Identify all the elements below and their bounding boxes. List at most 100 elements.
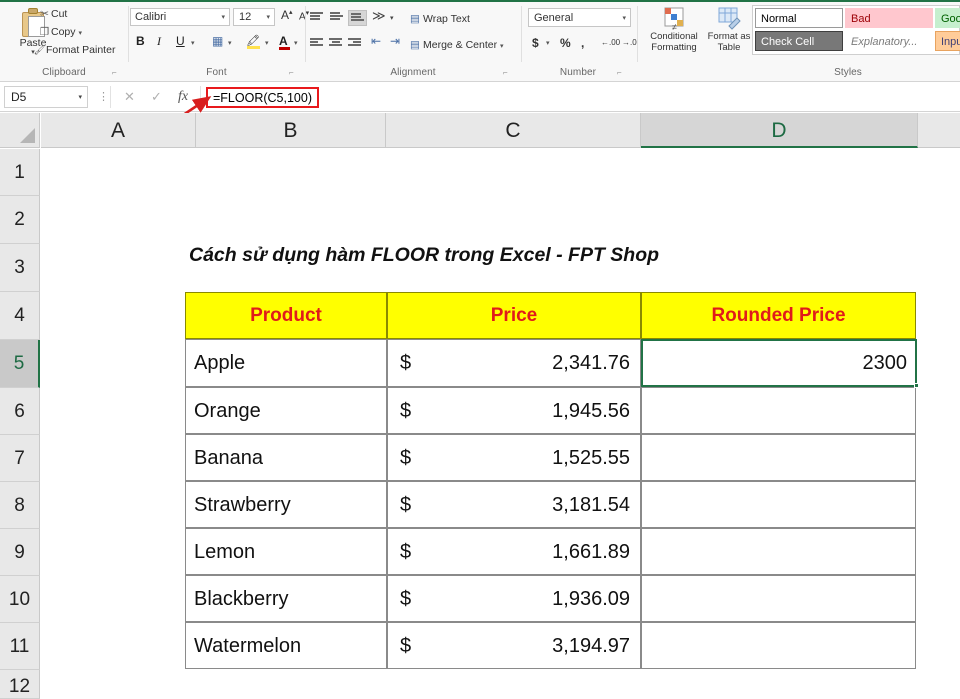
table-header-product[interactable]: Product — [185, 292, 387, 339]
cell-product-6[interactable]: Blackberry — [185, 575, 387, 622]
format-painter-button[interactable]: 🖌Format Painter — [33, 44, 116, 56]
clipboard-dialog-launcher-icon[interactable]: ⌐ — [112, 68, 117, 77]
chevron-down-icon[interactable]: ▾ — [78, 93, 82, 101]
align-bottom-button[interactable] — [348, 10, 367, 27]
cell-rounded-5[interactable] — [641, 528, 916, 575]
style-input[interactable]: Input — [935, 31, 960, 51]
column-header-c[interactable]: C — [386, 113, 641, 148]
conditional-formatting-button[interactable]: ≠ Conditional Formatting — [645, 6, 703, 52]
row-header-3[interactable]: 3 — [0, 244, 40, 292]
style-bad[interactable]: Bad — [845, 8, 933, 28]
bold-button[interactable]: B — [136, 34, 145, 48]
cell-price-3[interactable]: $1,525.55 — [387, 434, 641, 481]
cell-price-6[interactable]: $1,936.09 — [387, 575, 641, 622]
underline-button[interactable]: U — [176, 34, 185, 48]
orientation-button[interactable]: ≫ — [372, 9, 386, 22]
fill-caret-icon[interactable]: ▾ — [265, 39, 269, 47]
comma-format-button[interactable]: , — [581, 36, 584, 50]
accounting-format-button[interactable]: $ — [532, 36, 539, 50]
align-left-button[interactable] — [310, 38, 323, 50]
increase-font-size-button[interactable]: A▴ — [281, 8, 293, 22]
row-header-10[interactable]: 10 — [0, 576, 40, 623]
fill-color-button[interactable]: 🖍 — [246, 34, 260, 49]
column-header-b[interactable]: B — [196, 113, 386, 148]
cancel-formula-icon[interactable]: ✕ — [124, 89, 135, 105]
cell-product-1[interactable]: Apple — [185, 339, 387, 387]
decrease-decimal-button[interactable]: →.0 — [622, 38, 637, 47]
row-header-2[interactable]: 2 — [0, 196, 40, 244]
cell-product-7[interactable]: Watermelon — [185, 622, 387, 669]
cell-product-5[interactable]: Lemon — [185, 528, 387, 575]
underline-caret-icon[interactable]: ▾ — [191, 39, 195, 47]
cell-styles-gallery[interactable]: Normal Bad Good Check Cell Explanatory..… — [752, 5, 960, 55]
orientation-caret-icon[interactable]: ▾ — [390, 13, 394, 24]
row-header-4[interactable]: 4 — [0, 292, 40, 340]
fill-handle[interactable] — [914, 383, 919, 388]
format-as-table-button[interactable]: Format as Table — [705, 6, 753, 52]
alignment-dialog-launcher-icon[interactable]: ⌐ — [503, 68, 508, 77]
row-header-9[interactable]: 9 — [0, 529, 40, 576]
cell-rounded-1[interactable]: 2300 — [641, 339, 916, 387]
row-header-8[interactable]: 8 — [0, 482, 40, 529]
cell-price-5[interactable]: $1,661.89 — [387, 528, 641, 575]
select-all-button[interactable] — [0, 113, 40, 148]
align-top-button[interactable] — [310, 12, 323, 24]
increase-decimal-button[interactable]: ←.00 — [601, 38, 620, 47]
cut-button[interactable]: ✂ Cut — [38, 8, 67, 20]
cell-rounded-2[interactable] — [641, 387, 916, 434]
row-header-12[interactable]: 12 — [0, 670, 40, 699]
cell-price-7[interactable]: $3,194.97 — [387, 622, 641, 669]
decrease-indent-button[interactable]: ⇤ — [371, 35, 381, 47]
font-color-caret-icon[interactable]: ▾ — [294, 39, 298, 47]
column-header-d[interactable]: D — [641, 113, 918, 148]
chevron-down-icon[interactable]: ▾ — [266, 13, 270, 21]
row-header-11[interactable]: 11 — [0, 623, 40, 670]
cell-price-4[interactable]: $3,181.54 — [387, 481, 641, 528]
table-header-price[interactable]: Price — [387, 292, 641, 339]
style-good[interactable]: Good — [935, 8, 960, 28]
style-explanatory[interactable]: Explanatory... — [845, 31, 933, 51]
enter-formula-icon[interactable]: ✓ — [151, 89, 162, 105]
italic-button[interactable]: I — [157, 34, 161, 49]
borders-caret-icon[interactable]: ▾ — [228, 39, 232, 47]
font-size-select[interactable]: 12 ▾ — [233, 8, 275, 26]
number-dialog-launcher-icon[interactable]: ⌐ — [617, 68, 622, 77]
font-family-select[interactable]: Calibri ▾ — [130, 8, 230, 26]
grid-canvas[interactable]: Cách sử dụng hàm FLOOR trong Excel - FPT… — [41, 149, 960, 699]
row-header-7[interactable]: 7 — [0, 435, 40, 482]
cell-product-3[interactable]: Banana — [185, 434, 387, 481]
chevron-down-icon[interactable]: ▾ — [622, 14, 626, 22]
merge-center-button[interactable]: ▤ Merge & Center ▾ — [410, 39, 504, 51]
accounting-caret-icon[interactable]: ▾ — [546, 39, 550, 47]
percent-format-button[interactable]: % — [560, 36, 571, 50]
row-header-6[interactable]: 6 — [0, 388, 40, 435]
formula-input[interactable]: =FLOOR(C5,100) — [213, 91, 312, 105]
font-color-button[interactable]: A — [279, 34, 290, 50]
row-header-1[interactable]: 1 — [0, 149, 40, 196]
cell-rounded-3[interactable] — [641, 434, 916, 481]
cell-price-1[interactable]: $2,341.76 — [387, 339, 641, 387]
cell-product-4[interactable]: Strawberry — [185, 481, 387, 528]
name-box[interactable]: D5 ▾ — [4, 86, 88, 108]
merge-caret-icon[interactable]: ▾ — [500, 43, 504, 50]
chevron-down-icon[interactable]: ▾ — [221, 13, 225, 21]
number-format-select[interactable]: General ▾ — [528, 8, 631, 27]
insert-function-icon[interactable]: fx — [178, 89, 188, 105]
copy-button[interactable]: ❐ Copy ▾ — [38, 26, 82, 38]
row-header-5[interactable]: 5 — [0, 340, 40, 388]
style-check-cell[interactable]: Check Cell — [755, 31, 843, 51]
cell-rounded-4[interactable] — [641, 481, 916, 528]
font-dialog-launcher-icon[interactable]: ⌐ — [289, 68, 294, 77]
copy-caret-icon[interactable]: ▾ — [78, 30, 82, 37]
cell-product-2[interactable]: Orange — [185, 387, 387, 434]
align-right-button[interactable] — [348, 38, 361, 50]
table-header-rounded-price[interactable]: Rounded Price — [641, 292, 916, 339]
cell-rounded-7[interactable] — [641, 622, 916, 669]
increase-indent-button[interactable]: ⇥ — [390, 35, 400, 47]
column-header-e[interactable] — [918, 113, 960, 148]
wrap-text-button[interactable]: ▤ Wrap Text — [410, 13, 470, 25]
align-center-button[interactable] — [329, 38, 342, 50]
style-normal[interactable]: Normal — [755, 8, 843, 28]
cell-rounded-6[interactable] — [641, 575, 916, 622]
cell-price-2[interactable]: $1,945.56 — [387, 387, 641, 434]
